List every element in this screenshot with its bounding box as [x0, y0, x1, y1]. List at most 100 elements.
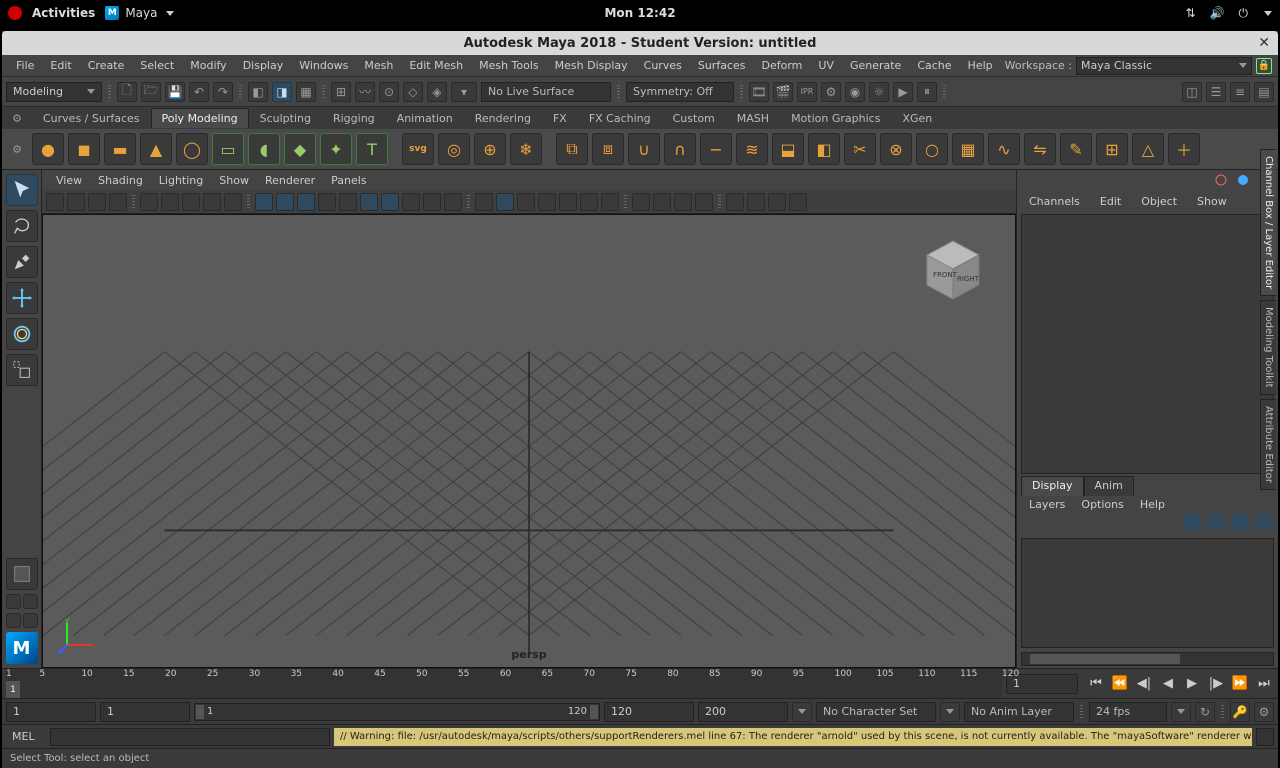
- move-up-icon[interactable]: [1232, 514, 1248, 530]
- render-settings-icon[interactable]: ⚙: [821, 82, 841, 102]
- panel-toolbar-icon-5[interactable]: [161, 193, 179, 211]
- snap-point-icon[interactable]: ⊙: [379, 82, 399, 102]
- channelbox-menu-show[interactable]: Show: [1189, 193, 1235, 210]
- panel-toolbar-icon-3[interactable]: [109, 193, 127, 211]
- panel-toolbar-icon-7[interactable]: [203, 193, 221, 211]
- panel-toolbar-icon-32[interactable]: [768, 193, 786, 211]
- panel-toolbar-icon-9[interactable]: [255, 193, 273, 211]
- shelf-sculpt-icon[interactable]: ✎: [1060, 133, 1092, 165]
- shelf-tab-animation[interactable]: Animation: [386, 108, 464, 128]
- go-start-button[interactable]: ⏮: [1086, 674, 1106, 694]
- menu-cache[interactable]: Cache: [909, 56, 959, 75]
- undo-icon[interactable]: ↶: [189, 82, 209, 102]
- shelf-type-icon[interactable]: T: [356, 133, 388, 165]
- network-icon[interactable]: ⇅: [1185, 6, 1195, 20]
- channelbox-menu-channels[interactable]: Channels: [1021, 193, 1088, 210]
- panel-toolbar-icon-28[interactable]: [674, 193, 692, 211]
- shelf-bridge-icon[interactable]: ≋: [736, 133, 768, 165]
- shelf-star-icon[interactable]: ✦: [320, 133, 352, 165]
- shelf-separate-icon[interactable]: ⧈: [592, 133, 624, 165]
- menu-curves[interactable]: Curves: [636, 56, 690, 75]
- symmetry-field[interactable]: Symmetry: Off: [626, 82, 734, 102]
- anim-start-field[interactable]: 1: [6, 702, 96, 722]
- menu-mesh[interactable]: Mesh: [356, 56, 401, 75]
- play-end-field[interactable]: 120: [604, 702, 694, 722]
- shelf-mash2-icon[interactable]: ❄: [510, 133, 542, 165]
- shelf-circularize-icon[interactable]: ○: [916, 133, 948, 165]
- layer-list[interactable]: [1021, 538, 1274, 648]
- step-forward-button[interactable]: |▶: [1206, 674, 1226, 694]
- layer-tab-anim[interactable]: Anim: [1084, 476, 1134, 496]
- shelf-tab-custom[interactable]: Custom: [662, 108, 726, 128]
- shelf-tab-rigging[interactable]: Rigging: [322, 108, 386, 128]
- panel-toolbar-icon-23[interactable]: [559, 193, 577, 211]
- shelf-tab-sculpting[interactable]: Sculpting: [249, 108, 322, 128]
- shelf-mirror-icon[interactable]: ⇋: [1024, 133, 1056, 165]
- toggle-attribute-editor-icon[interactable]: ☰: [1206, 82, 1226, 102]
- shelf-multicut-icon[interactable]: ✂: [844, 133, 876, 165]
- panel-toolbar-icon-11[interactable]: [297, 193, 315, 211]
- light-editor-icon[interactable]: ☼: [869, 82, 889, 102]
- step-forward-key-button[interactable]: ⏩: [1230, 674, 1250, 694]
- go-end-button[interactable]: ⏭: [1254, 674, 1274, 694]
- loop-playback-icon[interactable]: ↻: [1195, 702, 1215, 722]
- volume-icon[interactable]: 🔊: [1210, 6, 1225, 20]
- rotate-tool[interactable]: [6, 318, 38, 350]
- play-forward-button[interactable]: ▶: [1182, 674, 1202, 694]
- shelf-torus-icon[interactable]: ◯: [176, 133, 208, 165]
- channelbox-menu-edit[interactable]: Edit: [1092, 193, 1129, 210]
- panel-toolbar-icon-21[interactable]: [517, 193, 535, 211]
- snap-curve-icon[interactable]: 〰: [355, 82, 375, 102]
- open-scene-icon[interactable]: 🗁: [141, 82, 161, 102]
- power-icon[interactable]: ⏻: [1239, 6, 1249, 21]
- script-lang-label[interactable]: MEL: [6, 730, 46, 743]
- charset-options-icon[interactable]: [940, 702, 960, 722]
- step-back-button[interactable]: ◀|: [1134, 674, 1154, 694]
- shelf-tab-xgen[interactable]: XGen: [891, 108, 943, 128]
- prefs-icon[interactable]: ⚙: [1254, 702, 1274, 722]
- menu-windows[interactable]: Windows: [291, 56, 356, 75]
- panel-toolbar-icon-26[interactable]: [632, 193, 650, 211]
- range-options-icon[interactable]: [792, 702, 812, 722]
- play-start-field[interactable]: 1: [100, 702, 190, 722]
- dock-tab-channel-box-layer-editor[interactable]: Channel Box / Layer Editor: [1260, 149, 1276, 296]
- shelf-cone-icon[interactable]: ▲: [140, 133, 172, 165]
- panel-toolbar-icon-19[interactable]: [475, 193, 493, 211]
- layout-outliner[interactable]: [23, 613, 38, 628]
- panel-toolbar-icon-15[interactable]: [381, 193, 399, 211]
- channelbox-menu-object[interactable]: Object: [1133, 193, 1185, 210]
- fps-dropdown-icon[interactable]: [1171, 702, 1191, 722]
- menu-mesh-tools[interactable]: Mesh Tools: [471, 56, 547, 75]
- redo-icon[interactable]: ↷: [213, 82, 233, 102]
- shelf-boolB-icon[interactable]: ∩: [664, 133, 696, 165]
- time-ruler[interactable]: 1510152025303540455055606570758085909510…: [6, 669, 1002, 698]
- anim-layer-field[interactable]: No Anim Layer: [964, 702, 1074, 722]
- shelf-platonic-icon[interactable]: ◆: [284, 133, 316, 165]
- new-scene-icon[interactable]: 🗋: [117, 82, 137, 102]
- time-slider[interactable]: 1510152025303540455055606570758085909510…: [2, 668, 1278, 698]
- panel-toolbar-icon-13[interactable]: [339, 193, 357, 211]
- shelf-tab-fx[interactable]: FX: [542, 108, 578, 128]
- select-by-object-icon[interactable]: ◨: [272, 82, 292, 102]
- shelf-mash1-icon[interactable]: ⊕: [474, 133, 506, 165]
- panel-toolbar-icon-4[interactable]: [140, 193, 158, 211]
- panel-toolbar-icon-1[interactable]: [67, 193, 85, 211]
- workspace-selector[interactable]: Maya Classic: [1076, 57, 1252, 75]
- fps-field[interactable]: 24 fps: [1089, 702, 1167, 722]
- menu-set-selector[interactable]: Modeling: [6, 82, 102, 102]
- panel-toolbar-icon-25[interactable]: [601, 193, 619, 211]
- menu-select[interactable]: Select: [132, 56, 182, 75]
- snap-live-icon[interactable]: ◈: [427, 82, 447, 102]
- select-tool[interactable]: [6, 174, 38, 206]
- manip-icon[interactable]: [1214, 173, 1228, 187]
- clock[interactable]: Mon 12:42: [604, 6, 675, 20]
- channel-box[interactable]: [1021, 214, 1274, 474]
- new-layer-assign-icon[interactable]: [1208, 514, 1224, 530]
- panel-toolbar-icon-18[interactable]: [444, 193, 462, 211]
- toggle-modeling-toolkit-icon[interactable]: ▤: [1254, 82, 1274, 102]
- window-close-button[interactable]: ✕: [1258, 35, 1270, 51]
- step-back-key-button[interactable]: ⏪: [1110, 674, 1130, 694]
- range-slider[interactable]: 1 120: [194, 703, 600, 721]
- panel-toolbar-icon-22[interactable]: [538, 193, 556, 211]
- scale-tool[interactable]: [6, 354, 38, 386]
